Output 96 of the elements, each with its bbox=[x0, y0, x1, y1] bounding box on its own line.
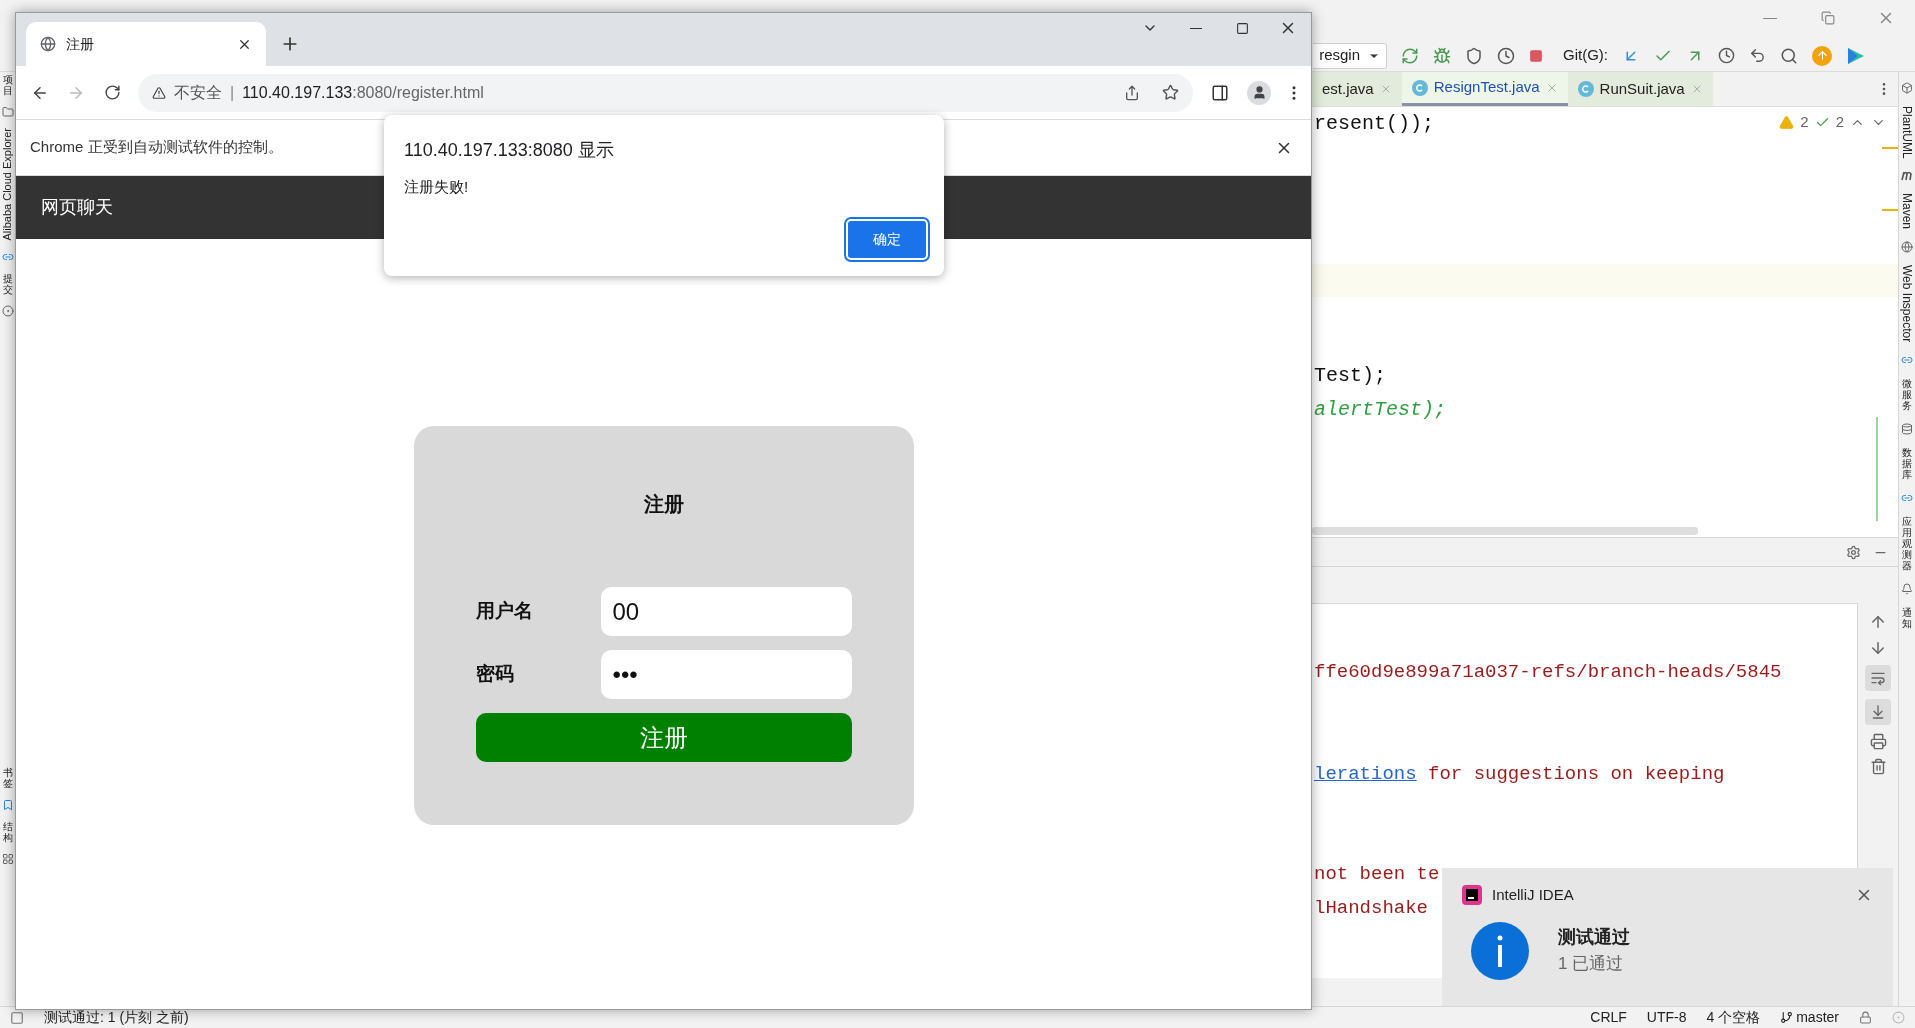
status-item[interactable]: master bbox=[1780, 1007, 1839, 1028]
git-label: Git(G): bbox=[1563, 45, 1608, 66]
tool-window-label[interactable]: Maven bbox=[1901, 192, 1913, 229]
tool-window-label[interactable]: Alibaba Cloud Explorer bbox=[2, 128, 13, 241]
branch-icon bbox=[1780, 1011, 1794, 1024]
scrollbar[interactable] bbox=[1312, 527, 1698, 535]
page-header-title: 网页聊天 bbox=[41, 196, 113, 219]
ok-button[interactable]: 确定 bbox=[846, 218, 928, 260]
field-label: 用户名 bbox=[475, 599, 534, 624]
dialog-message: 注册失败! bbox=[404, 177, 470, 197]
automation-infobar-text: Chrome 正受到自动测试软件的控制。 bbox=[30, 137, 283, 158]
app-logo-icon bbox=[1462, 885, 1482, 906]
bell-icon bbox=[1901, 582, 1913, 595]
maximize-icon bbox=[1235, 21, 1249, 35]
console-text: ffe60d9e899a71a037-refs/branch-heads/5845 bbox=[1314, 660, 1782, 685]
editor-tab[interactable]: ResignTest.java bbox=[1401, 72, 1568, 106]
warning-icon bbox=[152, 85, 166, 100]
form-title: 注册 bbox=[643, 492, 684, 517]
profile-icon[interactable] bbox=[1247, 80, 1271, 105]
app-name: IntelliJ IDEA bbox=[1492, 885, 1575, 905]
address-field[interactable]: 不安全 | 110.40.197.133:8080/register.html bbox=[138, 73, 1193, 112]
globe-icon bbox=[1901, 240, 1913, 253]
tool-window-label[interactable]: 应用观测器 bbox=[1902, 515, 1912, 571]
share-icon[interactable] bbox=[1124, 84, 1140, 101]
shield-icon[interactable] bbox=[1465, 46, 1483, 65]
history-icon[interactable] bbox=[1718, 47, 1735, 64]
wrap-icon bbox=[1870, 670, 1886, 686]
security-label: 不安全 bbox=[174, 82, 222, 103]
code-line: Test); bbox=[1314, 363, 1386, 389]
tool-window-label[interactable]: 数据库 bbox=[1902, 446, 1912, 480]
trash-icon[interactable] bbox=[1869, 758, 1887, 775]
soft-wrap-button[interactable] bbox=[1865, 665, 1891, 691]
url-text: 110.40.197.133:8080/register.html bbox=[242, 82, 484, 103]
status-item[interactable]: CRLF bbox=[1590, 1007, 1627, 1028]
code-line: alertTest); bbox=[1314, 397, 1447, 423]
bug-icon[interactable] bbox=[1433, 46, 1451, 65]
input-field[interactable]: ••• bbox=[600, 650, 852, 699]
tool-window-label[interactable]: 结构 bbox=[2, 820, 13, 843]
warning-count: 2 bbox=[1800, 112, 1809, 132]
minimize-icon bbox=[1190, 27, 1202, 29]
folder-icon bbox=[1, 106, 14, 118]
info-icon bbox=[1470, 920, 1530, 981]
restore-icon bbox=[1821, 11, 1835, 25]
bookmark-star-icon[interactable] bbox=[1162, 84, 1179, 101]
status-message: 测试通过: 1 (片刻 之前) bbox=[44, 1008, 189, 1027]
browser-tab[interactable]: 注册 bbox=[26, 22, 266, 66]
tool-window-label[interactable]: 提交 bbox=[2, 272, 13, 295]
rollback-icon[interactable] bbox=[1749, 47, 1766, 64]
lock-icon[interactable] bbox=[1859, 1011, 1872, 1024]
code-line: resent()); bbox=[1314, 111, 1435, 137]
stop-icon[interactable] bbox=[1529, 48, 1543, 63]
search-icon[interactable] bbox=[1780, 46, 1798, 65]
letter-c-icon bbox=[1415, 83, 1424, 92]
structure-icon bbox=[1, 852, 14, 865]
tool-window-label[interactable]: 微服务 bbox=[1902, 377, 1912, 411]
tool-window-label[interactable]: 书签 bbox=[2, 766, 13, 789]
notification-body: 1 已通过 bbox=[1558, 953, 1625, 976]
reload-icon bbox=[103, 84, 121, 101]
editor-tab[interactable]: est.java bbox=[1312, 72, 1402, 106]
database-icon bbox=[1901, 422, 1913, 435]
globe-icon bbox=[40, 36, 56, 52]
console-link[interactable]: lerations bbox=[1314, 760, 1417, 789]
field-label: 密码 bbox=[475, 662, 515, 687]
status-item[interactable]: 4 个空格 bbox=[1706, 1007, 1761, 1028]
editor-tab[interactable]: RunSuit.java bbox=[1567, 72, 1713, 106]
tool-window-label[interactable]: PlantUML bbox=[1901, 106, 1913, 159]
rerun-icon[interactable] bbox=[1401, 46, 1419, 65]
scroll-end-button[interactable] bbox=[1865, 699, 1891, 725]
print-icon[interactable] bbox=[1869, 733, 1887, 750]
tool-window-label[interactable]: Web Inspector bbox=[1901, 264, 1913, 342]
console-text: for suggestions on keeping bbox=[1427, 762, 1725, 787]
dialog-title: 110.40.197.133:8080 显示 bbox=[404, 139, 615, 162]
tool-window-label[interactable]: 项目 bbox=[2, 74, 13, 96]
scroll-end-icon bbox=[1870, 704, 1886, 720]
notification-title: 测试通过 bbox=[1558, 926, 1630, 950]
minimize-icon bbox=[1763, 17, 1777, 19]
person-icon bbox=[1251, 85, 1267, 100]
triangle-logo-icon[interactable] bbox=[1846, 45, 1866, 66]
cube-icon bbox=[1901, 82, 1913, 94]
bookmark-icon bbox=[1, 798, 14, 811]
settings-icon[interactable] bbox=[1846, 544, 1861, 560]
letter-c-icon bbox=[1581, 85, 1590, 93]
run-config-dropdown[interactable]: resgin bbox=[1313, 42, 1387, 69]
separator: | bbox=[230, 82, 235, 103]
console-text: lHandshake bbox=[1314, 896, 1429, 921]
console-text: not been te bbox=[1314, 862, 1440, 887]
check-count: 2 bbox=[1835, 112, 1844, 132]
input-field[interactable]: 00 bbox=[600, 587, 852, 636]
up-arrow-icon bbox=[1815, 49, 1829, 62]
register-button[interactable]: 注册 bbox=[475, 713, 852, 762]
panel-toggle-icon[interactable] bbox=[10, 1010, 24, 1025]
side-panel-icon[interactable] bbox=[1211, 83, 1229, 102]
maven-icon bbox=[1901, 170, 1913, 181]
status-item[interactable]: UTF-8 bbox=[1646, 1007, 1687, 1028]
tool-window-label[interactable]: 通知 bbox=[1902, 606, 1912, 629]
down-arrow-icon[interactable] bbox=[1869, 639, 1887, 657]
